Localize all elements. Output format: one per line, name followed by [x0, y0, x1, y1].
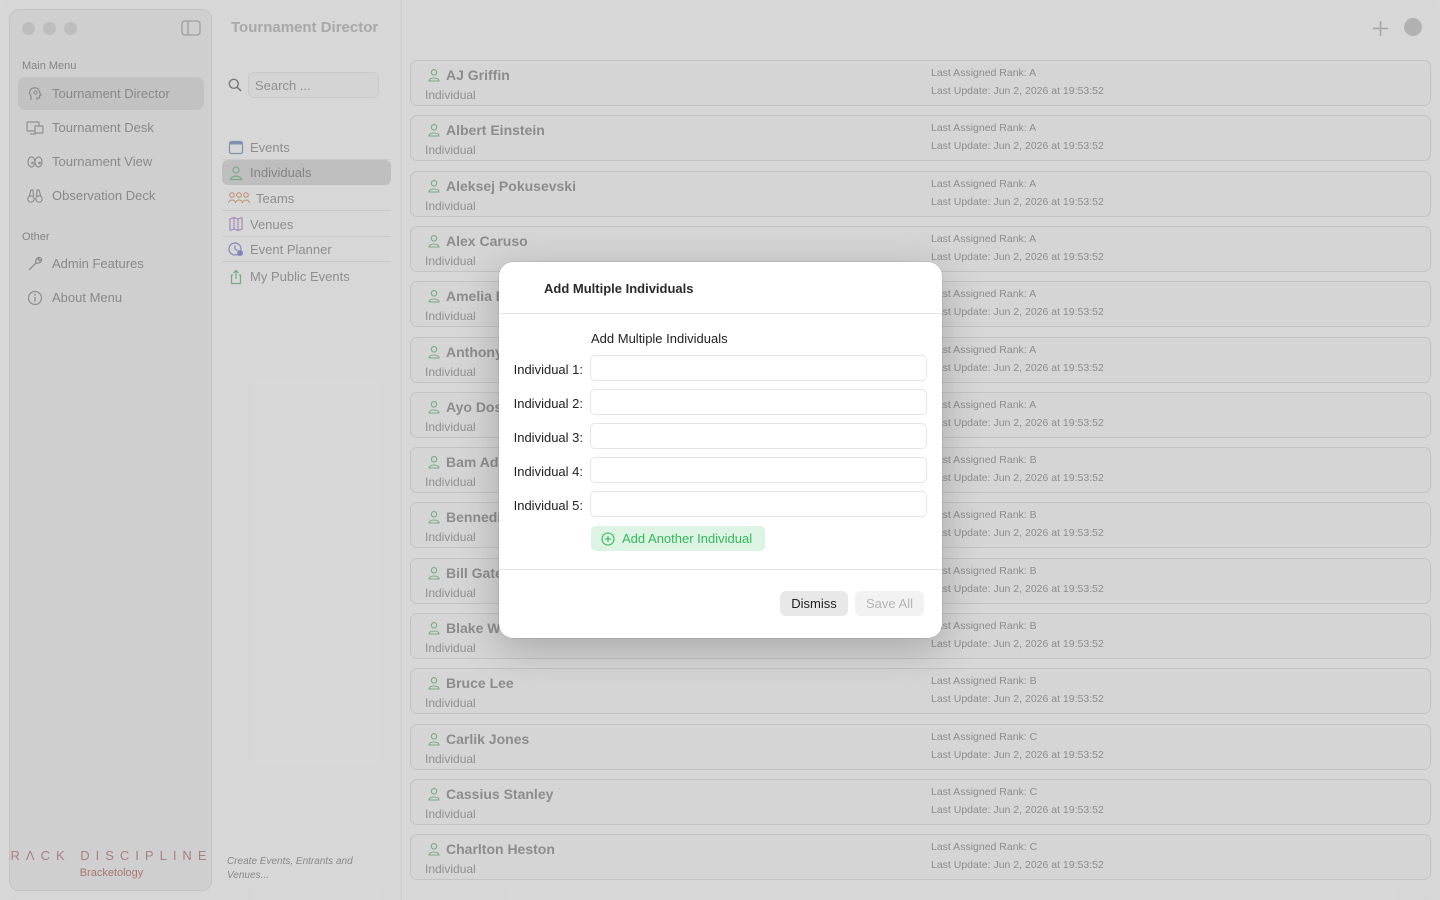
- individual-1-field[interactable]: [590, 355, 927, 381]
- individual-3-label: Individual 3:: [513, 430, 583, 445]
- add-multiple-individuals-dialog: Add Multiple Individuals Add Multiple In…: [499, 262, 942, 638]
- individual-2-label: Individual 2:: [513, 396, 583, 411]
- dismiss-button[interactable]: Dismiss: [780, 591, 848, 616]
- save-all-button[interactable]: Save All: [855, 591, 924, 616]
- individual-4-label: Individual 4:: [513, 464, 583, 479]
- app-window: Main Menu Tournament Director Tournament…: [0, 0, 1440, 900]
- add-another-individual-button[interactable]: Add Another Individual: [591, 526, 765, 551]
- individual-3-field[interactable]: [590, 423, 927, 449]
- dialog-divider: [499, 313, 942, 314]
- form-heading: Add Multiple Individuals: [591, 331, 728, 346]
- individual-5-label: Individual 5:: [513, 498, 583, 513]
- dialog-footer-divider: [499, 569, 942, 570]
- individual-1-label: Individual 1:: [513, 362, 583, 377]
- individual-4-field[interactable]: [590, 457, 927, 483]
- individual-2-field[interactable]: [590, 389, 927, 415]
- individual-5-field[interactable]: [590, 491, 927, 517]
- add-another-label: Add Another Individual: [622, 531, 753, 546]
- dialog-title: Add Multiple Individuals: [544, 281, 694, 296]
- plus-circle-icon: [601, 531, 615, 546]
